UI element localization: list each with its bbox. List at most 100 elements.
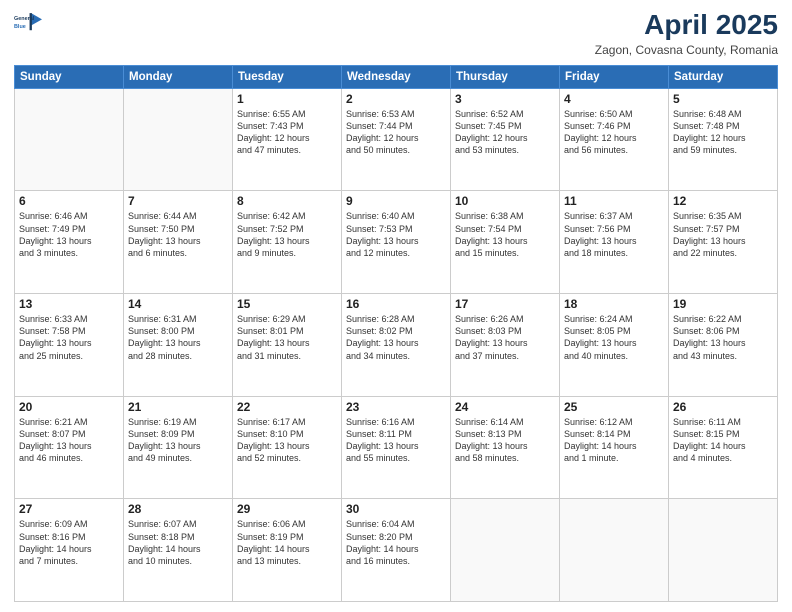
day-info: Sunrise: 6:24 AM Sunset: 8:05 PM Dayligh… bbox=[564, 313, 664, 362]
calendar-cell: 10 Sunrise: 6:38 AM Sunset: 7:54 PM Dayli… bbox=[451, 191, 560, 294]
day-info: Sunrise: 6:52 AM Sunset: 7:45 PM Dayligh… bbox=[455, 108, 555, 157]
day-number: 3 bbox=[455, 92, 555, 106]
day-info: Sunrise: 6:35 AM Sunset: 7:57 PM Dayligh… bbox=[673, 210, 773, 259]
day-number: 26 bbox=[673, 400, 773, 414]
day-number: 4 bbox=[564, 92, 664, 106]
svg-text:General: General bbox=[14, 16, 35, 22]
day-info: Sunrise: 6:17 AM Sunset: 8:10 PM Dayligh… bbox=[237, 416, 337, 465]
calendar-cell: 3 Sunrise: 6:52 AM Sunset: 7:45 PM Daylig… bbox=[451, 88, 560, 191]
calendar-cell: 15 Sunrise: 6:29 AM Sunset: 8:01 PM Dayli… bbox=[233, 294, 342, 397]
day-info: Sunrise: 6:33 AM Sunset: 7:58 PM Dayligh… bbox=[19, 313, 119, 362]
day-number: 2 bbox=[346, 92, 446, 106]
day-info: Sunrise: 6:44 AM Sunset: 7:50 PM Dayligh… bbox=[128, 210, 228, 259]
calendar-cell: 8 Sunrise: 6:42 AM Sunset: 7:52 PM Daylig… bbox=[233, 191, 342, 294]
day-info: Sunrise: 6:38 AM Sunset: 7:54 PM Dayligh… bbox=[455, 210, 555, 259]
day-number: 11 bbox=[564, 194, 664, 208]
calendar-cell: 7 Sunrise: 6:44 AM Sunset: 7:50 PM Daylig… bbox=[124, 191, 233, 294]
day-info: Sunrise: 6:40 AM Sunset: 7:53 PM Dayligh… bbox=[346, 210, 446, 259]
title-block: April 2025 Zagon, Covasna County, Romani… bbox=[595, 10, 778, 57]
day-info: Sunrise: 6:19 AM Sunset: 8:09 PM Dayligh… bbox=[128, 416, 228, 465]
day-number: 9 bbox=[346, 194, 446, 208]
day-number: 5 bbox=[673, 92, 773, 106]
header: General Blue April 2025 Zagon, Covasna C… bbox=[14, 10, 778, 57]
logo: General Blue bbox=[14, 10, 42, 38]
logo-icon: General Blue bbox=[14, 10, 42, 38]
day-info: Sunrise: 6:26 AM Sunset: 8:03 PM Dayligh… bbox=[455, 313, 555, 362]
calendar-cell: 14 Sunrise: 6:31 AM Sunset: 8:00 PM Dayli… bbox=[124, 294, 233, 397]
calendar-cell bbox=[451, 499, 560, 602]
day-info: Sunrise: 6:16 AM Sunset: 8:11 PM Dayligh… bbox=[346, 416, 446, 465]
weekday-header-tuesday: Tuesday bbox=[233, 65, 342, 88]
day-info: Sunrise: 6:22 AM Sunset: 8:06 PM Dayligh… bbox=[673, 313, 773, 362]
weekday-header-monday: Monday bbox=[124, 65, 233, 88]
calendar-cell: 11 Sunrise: 6:37 AM Sunset: 7:56 PM Dayli… bbox=[560, 191, 669, 294]
calendar-cell: 9 Sunrise: 6:40 AM Sunset: 7:53 PM Daylig… bbox=[342, 191, 451, 294]
day-number: 16 bbox=[346, 297, 446, 311]
calendar-cell: 25Sunrise: 6:12 AM Sunset: 8:14 PM Dayli… bbox=[560, 396, 669, 499]
weekday-header-friday: Friday bbox=[560, 65, 669, 88]
calendar-cell: 19 Sunrise: 6:22 AM Sunset: 8:06 PM Dayli… bbox=[669, 294, 778, 397]
day-number: 23 bbox=[346, 400, 446, 414]
day-number: 8 bbox=[237, 194, 337, 208]
calendar-cell: 13 Sunrise: 6:33 AM Sunset: 7:58 PM Dayli… bbox=[15, 294, 124, 397]
day-info: Sunrise: 6:37 AM Sunset: 7:56 PM Dayligh… bbox=[564, 210, 664, 259]
calendar: SundayMondayTuesdayWednesdayThursdayFrid… bbox=[14, 65, 778, 602]
calendar-cell: 28 Sunrise: 6:07 AM Sunset: 8:18 PM Dayli… bbox=[124, 499, 233, 602]
subtitle: Zagon, Covasna County, Romania bbox=[595, 43, 778, 57]
day-number: 21 bbox=[128, 400, 228, 414]
weekday-header-thursday: Thursday bbox=[451, 65, 560, 88]
day-info: Sunrise: 6:55 AM Sunset: 7:43 PM Dayligh… bbox=[237, 108, 337, 157]
day-number: 30 bbox=[346, 502, 446, 516]
day-number: 19 bbox=[673, 297, 773, 311]
calendar-cell: 26Sunrise: 6:11 AM Sunset: 8:15 PM Dayli… bbox=[669, 396, 778, 499]
calendar-cell bbox=[15, 88, 124, 191]
calendar-week-3: 20Sunrise: 6:21 AM Sunset: 8:07 PM Dayli… bbox=[15, 396, 778, 499]
day-number: 13 bbox=[19, 297, 119, 311]
calendar-cell: 17Sunrise: 6:26 AM Sunset: 8:03 PM Dayli… bbox=[451, 294, 560, 397]
day-info: Sunrise: 6:28 AM Sunset: 8:02 PM Dayligh… bbox=[346, 313, 446, 362]
day-number: 15 bbox=[237, 297, 337, 311]
day-info: Sunrise: 6:04 AM Sunset: 8:20 PM Dayligh… bbox=[346, 518, 446, 567]
day-number: 20 bbox=[19, 400, 119, 414]
weekday-header-saturday: Saturday bbox=[669, 65, 778, 88]
day-number: 28 bbox=[128, 502, 228, 516]
day-number: 6 bbox=[19, 194, 119, 208]
calendar-cell bbox=[560, 499, 669, 602]
day-info: Sunrise: 6:31 AM Sunset: 8:00 PM Dayligh… bbox=[128, 313, 228, 362]
calendar-cell: 22 Sunrise: 6:17 AM Sunset: 8:10 PM Dayli… bbox=[233, 396, 342, 499]
calendar-cell: 6Sunrise: 6:46 AM Sunset: 7:49 PM Daylig… bbox=[15, 191, 124, 294]
calendar-cell: 24Sunrise: 6:14 AM Sunset: 8:13 PM Dayli… bbox=[451, 396, 560, 499]
day-info: Sunrise: 6:53 AM Sunset: 7:44 PM Dayligh… bbox=[346, 108, 446, 157]
day-number: 12 bbox=[673, 194, 773, 208]
calendar-cell: 12 Sunrise: 6:35 AM Sunset: 7:57 PM Dayli… bbox=[669, 191, 778, 294]
day-info: Sunrise: 6:50 AM Sunset: 7:46 PM Dayligh… bbox=[564, 108, 664, 157]
day-info: Sunrise: 6:14 AM Sunset: 8:13 PM Dayligh… bbox=[455, 416, 555, 465]
calendar-cell: 16 Sunrise: 6:28 AM Sunset: 8:02 PM Dayli… bbox=[342, 294, 451, 397]
day-number: 14 bbox=[128, 297, 228, 311]
calendar-cell: 30 Sunrise: 6:04 AM Sunset: 8:20 PM Dayli… bbox=[342, 499, 451, 602]
weekday-header-wednesday: Wednesday bbox=[342, 65, 451, 88]
day-number: 27 bbox=[19, 502, 119, 516]
calendar-cell: 23 Sunrise: 6:16 AM Sunset: 8:11 PM Dayli… bbox=[342, 396, 451, 499]
day-info: Sunrise: 6:09 AM Sunset: 8:16 PM Dayligh… bbox=[19, 518, 119, 567]
day-info: Sunrise: 6:29 AM Sunset: 8:01 PM Dayligh… bbox=[237, 313, 337, 362]
day-number: 18 bbox=[564, 297, 664, 311]
calendar-week-2: 13 Sunrise: 6:33 AM Sunset: 7:58 PM Dayli… bbox=[15, 294, 778, 397]
calendar-week-1: 6Sunrise: 6:46 AM Sunset: 7:49 PM Daylig… bbox=[15, 191, 778, 294]
day-number: 1 bbox=[237, 92, 337, 106]
calendar-cell bbox=[124, 88, 233, 191]
day-info: Sunrise: 6:07 AM Sunset: 8:18 PM Dayligh… bbox=[128, 518, 228, 567]
day-info: Sunrise: 6:42 AM Sunset: 7:52 PM Dayligh… bbox=[237, 210, 337, 259]
page: General Blue April 2025 Zagon, Covasna C… bbox=[0, 0, 792, 612]
day-number: 10 bbox=[455, 194, 555, 208]
calendar-cell: 18 Sunrise: 6:24 AM Sunset: 8:05 PM Dayli… bbox=[560, 294, 669, 397]
calendar-cell: 2 Sunrise: 6:53 AM Sunset: 7:44 PM Daylig… bbox=[342, 88, 451, 191]
calendar-week-4: 27 Sunrise: 6:09 AM Sunset: 8:16 PM Dayli… bbox=[15, 499, 778, 602]
day-number: 7 bbox=[128, 194, 228, 208]
calendar-cell: 21 Sunrise: 6:19 AM Sunset: 8:09 PM Dayli… bbox=[124, 396, 233, 499]
day-info: Sunrise: 6:06 AM Sunset: 8:19 PM Dayligh… bbox=[237, 518, 337, 567]
calendar-cell: 1 Sunrise: 6:55 AM Sunset: 7:43 PM Daylig… bbox=[233, 88, 342, 191]
day-number: 22 bbox=[237, 400, 337, 414]
day-number: 25 bbox=[564, 400, 664, 414]
calendar-cell: 5Sunrise: 6:48 AM Sunset: 7:48 PM Daylig… bbox=[669, 88, 778, 191]
